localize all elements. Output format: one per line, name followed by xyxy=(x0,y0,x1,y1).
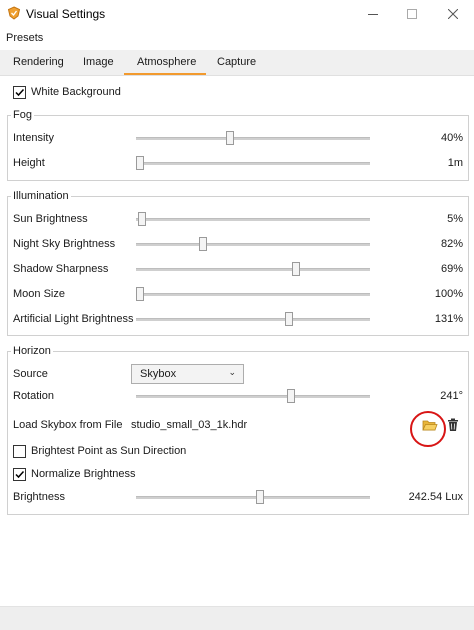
highlight-annotation-circle xyxy=(410,411,446,447)
checkmark-icon xyxy=(14,87,25,98)
fog-intensity-value: 40% xyxy=(441,132,463,144)
brightest-point-checkbox[interactable] xyxy=(13,445,26,458)
illumination-group-title: Illumination xyxy=(11,190,71,202)
source-label: Source xyxy=(13,368,48,380)
sun-brightness-label: Sun Brightness xyxy=(13,213,88,225)
brightest-point-label: Brightest Point as Sun Direction xyxy=(31,445,186,457)
tab-capture[interactable]: Capture xyxy=(217,56,256,68)
maximize-button[interactable] xyxy=(389,0,435,28)
minimize-icon xyxy=(368,9,378,19)
brightness-slider-track[interactable] xyxy=(136,496,370,499)
artificial-light-brightness-slider-track[interactable] xyxy=(136,318,370,321)
night-sky-brightness-slider-track[interactable] xyxy=(136,243,370,246)
status-bar xyxy=(0,606,474,630)
moon-size-slider-thumb[interactable] xyxy=(136,287,144,301)
brightness-label: Brightness xyxy=(13,491,65,503)
window-title: Visual Settings xyxy=(26,7,105,21)
white-background-label: White Background xyxy=(31,86,121,98)
chevron-down-icon: ⌄ xyxy=(228,367,236,378)
fog-group xyxy=(7,115,469,181)
brightness-slider-thumb[interactable] xyxy=(256,490,264,504)
load-skybox-label: Load Skybox from File xyxy=(13,419,122,431)
tab-image[interactable]: Image xyxy=(83,56,114,68)
skybox-filename: studio_small_03_1k.hdr xyxy=(131,419,247,431)
app-logo-icon xyxy=(7,6,21,20)
brightness-value: 242.54 Lux xyxy=(409,491,463,503)
shadow-sharpness-value: 69% xyxy=(441,263,463,275)
fog-height-value: 1m xyxy=(448,157,463,169)
shadow-sharpness-slider-thumb[interactable] xyxy=(292,262,300,276)
rotation-slider-track[interactable] xyxy=(136,395,370,398)
tab-atmosphere[interactable]: Atmosphere xyxy=(137,56,196,68)
artificial-light-brightness-label: Artificial Light Brightness xyxy=(13,313,133,325)
source-select[interactable]: Skybox ⌄ xyxy=(131,364,244,384)
sun-brightness-slider-track[interactable] xyxy=(136,218,370,221)
night-sky-brightness-slider-thumb[interactable] xyxy=(199,237,207,251)
close-button[interactable] xyxy=(430,0,474,28)
checkmark-icon xyxy=(14,469,25,480)
sun-brightness-slider-thumb[interactable] xyxy=(138,212,146,226)
moon-size-value: 100% xyxy=(435,288,463,300)
white-background-checkbox[interactable] xyxy=(13,86,26,99)
shadow-sharpness-slider-track[interactable] xyxy=(136,268,370,271)
rotation-slider-thumb[interactable] xyxy=(287,389,295,403)
close-icon xyxy=(448,9,458,19)
fog-intensity-label: Intensity xyxy=(13,132,54,144)
fog-intensity-slider-track[interactable] xyxy=(136,137,370,140)
normalize-brightness-label: Normalize Brightness xyxy=(31,468,136,480)
moon-size-label: Moon Size xyxy=(13,288,65,300)
rotation-value: 241° xyxy=(440,390,463,402)
sun-brightness-value: 5% xyxy=(447,213,463,225)
source-select-value: Skybox xyxy=(140,368,176,380)
presets-menu[interactable]: Presets xyxy=(6,32,43,44)
rotation-label: Rotation xyxy=(13,390,54,402)
trash-icon xyxy=(447,418,459,432)
night-sky-brightness-value: 82% xyxy=(441,238,463,250)
normalize-brightness-checkbox[interactable] xyxy=(13,468,26,481)
artificial-light-brightness-slider-thumb[interactable] xyxy=(285,312,293,326)
active-tab-indicator xyxy=(124,73,206,75)
artificial-light-brightness-value: 131% xyxy=(435,313,463,325)
maximize-icon xyxy=(407,9,417,19)
fog-intensity-slider-thumb[interactable] xyxy=(226,131,234,145)
fog-height-label: Height xyxy=(13,157,45,169)
night-sky-brightness-label: Night Sky Brightness xyxy=(13,238,115,250)
fog-height-slider-thumb[interactable] xyxy=(136,156,144,170)
fog-group-title: Fog xyxy=(11,109,34,121)
moon-size-slider-track[interactable] xyxy=(136,293,370,296)
shadow-sharpness-label: Shadow Sharpness xyxy=(13,263,108,275)
tab-rendering[interactable]: Rendering xyxy=(13,56,64,68)
fog-height-slider-track[interactable] xyxy=(136,162,370,165)
horizon-group-title: Horizon xyxy=(11,345,53,357)
clear-skybox-button[interactable] xyxy=(447,418,459,432)
